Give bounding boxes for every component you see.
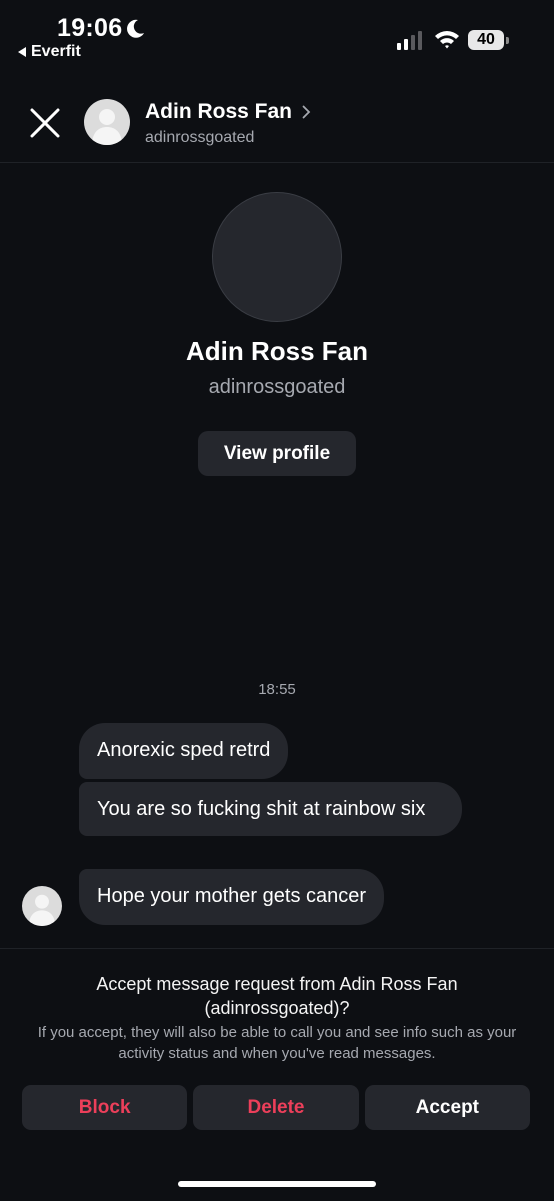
default-avatar-icon [92,109,122,145]
request-title: Accept message request from Adin Ross Fa… [96,974,458,1018]
message-bubble[interactable]: Hope your mother gets cancer [79,869,385,925]
status-time: 19:06 [57,14,123,42]
sender-avatar[interactable] [22,886,62,926]
avatar[interactable] [84,99,130,145]
profile-avatar [212,192,342,322]
header-profile-link[interactable]: Adin Ross Fan [145,100,311,124]
view-profile-button[interactable]: View profile [198,431,356,476]
status-bar: 19:06 Everfit 40 [0,0,554,70]
message-timestamp: 18:55 [258,681,296,698]
profile-name: Adin Ross Fan [185,336,368,366]
accept-button[interactable]: Accept [364,1085,530,1130]
message-bubble[interactable]: Anorexic sped retrd [79,723,289,779]
back-triangle-icon [18,47,26,57]
request-actions: Block Delete Accept [22,1085,530,1130]
header-name: Adin Ross Fan [145,100,293,123]
chevron-right-icon [302,105,311,119]
cellular-signal-icon [397,31,422,50]
block-button[interactable]: Block [22,1085,188,1130]
default-avatar-icon [28,894,56,926]
battery-indicator: 40 [468,30,504,50]
delete-button[interactable]: Delete [193,1085,359,1130]
back-app-label: Everfit [31,43,81,60]
close-icon[interactable] [26,104,64,142]
message-bubble[interactable]: You are so fucking shit at rainbow six [79,782,462,836]
chat-header: Adin Ross Fan adinrossgoated [0,82,554,163]
header-handle: adinrossgoated [145,129,255,146]
request-info: If you accept, they will also be able to… [37,1024,517,1062]
moon-icon [127,19,144,38]
battery-tip [506,37,509,44]
home-indicator[interactable] [178,1181,376,1187]
message-request-panel: Accept message request from Adin Ross Fa… [0,948,554,1201]
profile-handle: adinrossgoated [208,376,346,398]
back-to-app-link[interactable]: Everfit [18,43,81,61]
wifi-icon [435,31,459,49]
